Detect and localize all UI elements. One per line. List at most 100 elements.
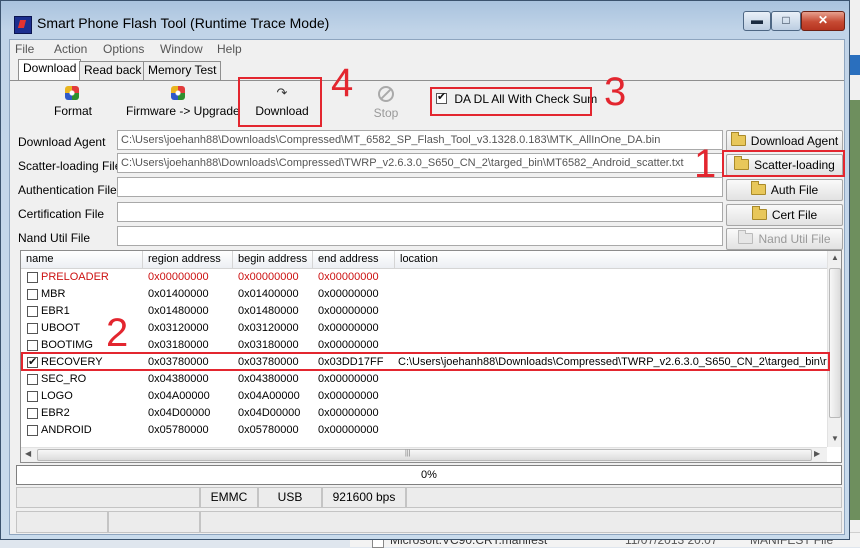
column-header-end-address[interactable]: end address	[313, 251, 395, 268]
close-button[interactable]: ✕	[801, 11, 845, 31]
scrollbar-grip-icon: |||	[405, 450, 411, 457]
annotation-box-recovery-row	[21, 352, 830, 371]
certification-file-label: Certification File	[18, 207, 105, 221]
cell-begin: 0x04380000	[238, 373, 299, 385]
cert-file-button-label: Cert File	[771, 208, 818, 222]
firmware-upgrade-label: Firmware -> Upgrade	[126, 104, 240, 118]
status-baud-rate: 921600 bps	[322, 487, 406, 508]
row-checkbox[interactable]	[27, 323, 38, 334]
menu-bar: File Action Options Window Help	[10, 40, 844, 59]
title-bar[interactable]: Smart Phone Flash Tool (Runtime Trace Mo…	[1, 1, 849, 39]
row-checkbox[interactable]	[27, 425, 38, 436]
scroll-down-icon[interactable]: ▼	[830, 434, 840, 443]
nand-util-file-label: Nand Util File	[18, 231, 91, 245]
menu-window[interactable]: Window	[160, 42, 203, 56]
annotation-number-4: 4	[331, 61, 354, 105]
app-window: Smart Phone Flash Tool (Runtime Trace Mo…	[0, 0, 850, 540]
status-cell	[16, 487, 200, 508]
desktop-background	[850, 0, 860, 546]
cell-end: 0x00000000	[318, 407, 379, 419]
menu-help[interactable]: Help	[217, 42, 242, 56]
cell-name: SEC_RO	[41, 373, 87, 385]
column-header-begin-address[interactable]: begin address	[233, 251, 313, 268]
cell-begin: 0x01400000	[238, 288, 299, 300]
table-row[interactable]: ANDROID 0x05780000 0x05780000 0x00000000	[21, 422, 827, 439]
window-title: Smart Phone Flash Tool (Runtime Trace Mo…	[37, 15, 330, 31]
authentication-file-field[interactable]	[117, 177, 723, 197]
table-row[interactable]: UBOOT 0x03120000 0x03120000 0x00000000	[21, 320, 827, 337]
row-checkbox[interactable]	[27, 306, 38, 317]
folder-open-icon	[730, 132, 746, 146]
cell-region: 0x01400000	[148, 288, 209, 300]
table-header: name region address begin address end ad…	[21, 251, 827, 269]
cell-begin: 0x01480000	[238, 305, 299, 317]
cell-name: LOGO	[41, 390, 73, 402]
table-row[interactable]: EBR1 0x01480000 0x01480000 0x00000000	[21, 303, 827, 320]
tab-read-back[interactable]: Read back	[79, 61, 147, 80]
scrollbar-thumb[interactable]	[829, 268, 841, 418]
minimize-button[interactable]: ▬	[743, 11, 771, 31]
row-checkbox[interactable]	[27, 391, 38, 402]
vertical-scrollbar[interactable]: ▲ ▼	[827, 251, 841, 447]
certification-file-field[interactable]	[117, 202, 723, 222]
menu-file[interactable]: File	[15, 42, 34, 56]
table-row[interactable]: MBR 0x01400000 0x01400000 0x00000000	[21, 286, 827, 303]
column-header-region-address[interactable]: region address	[143, 251, 233, 268]
cell-region: 0x04A00000	[148, 390, 210, 402]
annotation-box-download	[238, 77, 322, 127]
scroll-up-icon[interactable]: ▲	[830, 253, 840, 262]
nand-util-file-button[interactable]: Nand Util File	[726, 228, 843, 250]
cell-name: PRELOADER	[41, 271, 109, 283]
stop-icon	[378, 86, 394, 102]
download-agent-button[interactable]: Download Agent	[726, 130, 843, 152]
column-header-location[interactable]: location	[395, 251, 827, 268]
status-bar: EMMC USB 921600 bps	[16, 487, 842, 508]
download-agent-field[interactable]: C:\Users\joehanh88\Downloads\Compressed\…	[117, 130, 723, 150]
scroll-left-icon[interactable]: ◀	[25, 449, 31, 458]
folder-open-icon	[750, 181, 766, 195]
annotation-box-checksum	[430, 87, 592, 116]
authentication-file-label: Authentication File	[18, 183, 117, 197]
row-checkbox[interactable]	[27, 272, 38, 283]
cell-region: 0x05780000	[148, 424, 209, 436]
scrollbar-thumb[interactable]	[37, 449, 812, 461]
tab-download[interactable]: Download	[18, 59, 82, 81]
status-storage: EMMC	[200, 487, 258, 508]
table-row[interactable]: SEC_RO 0x04380000 0x04380000 0x00000000	[21, 371, 827, 388]
status-port: USB	[258, 487, 322, 508]
menu-action[interactable]: Action	[54, 42, 87, 56]
cell-name: MBR	[41, 288, 66, 300]
cell-end: 0x00000000	[318, 322, 379, 334]
tab-memory-test[interactable]: Memory Test	[143, 61, 222, 80]
cell-end: 0x00000000	[318, 271, 379, 283]
format-button[interactable]: Format	[54, 86, 92, 118]
cell-begin: 0x03120000	[238, 322, 299, 334]
table-row[interactable]: EBR2 0x04D00000 0x04D00000 0x00000000	[21, 405, 827, 422]
row-checkbox[interactable]	[27, 374, 38, 385]
menu-options[interactable]: Options	[103, 42, 144, 56]
auth-file-button[interactable]: Auth File	[726, 179, 843, 201]
app-logo-icon	[14, 16, 32, 34]
horizontal-scrollbar[interactable]: ◀ ||| ▶	[21, 447, 827, 462]
row-checkbox[interactable]	[27, 408, 38, 419]
table-row[interactable]: PRELOADER 0x00000000 0x00000000 0x00000000	[21, 269, 827, 286]
cell-end: 0x00000000	[318, 305, 379, 317]
firmware-upgrade-button[interactable]: Firmware -> Upgrade	[126, 86, 240, 118]
maximize-button[interactable]: □	[771, 11, 801, 31]
annotation-number-1: 1	[694, 142, 717, 186]
stop-button[interactable]: Stop	[371, 86, 401, 120]
folder-open-icon	[751, 206, 767, 220]
cell-name: UBOOT	[41, 322, 81, 334]
status-cell	[406, 487, 842, 508]
nand-util-file-field[interactable]	[117, 226, 723, 246]
scatter-loading-field[interactable]: C:\Users\joehanh88\Downloads\Compressed\…	[117, 153, 723, 173]
table-row[interactable]: LOGO 0x04A00000 0x04A00000 0x00000000	[21, 388, 827, 405]
cell-name: EBR2	[41, 407, 70, 419]
column-header-name[interactable]: name	[21, 251, 143, 268]
status-cell	[108, 511, 200, 533]
annotation-box-scatter-loading	[722, 150, 845, 177]
row-checkbox[interactable]	[27, 340, 38, 351]
cert-file-button[interactable]: Cert File	[726, 204, 843, 226]
row-checkbox[interactable]	[27, 289, 38, 300]
scroll-right-icon[interactable]: ▶	[814, 449, 820, 458]
